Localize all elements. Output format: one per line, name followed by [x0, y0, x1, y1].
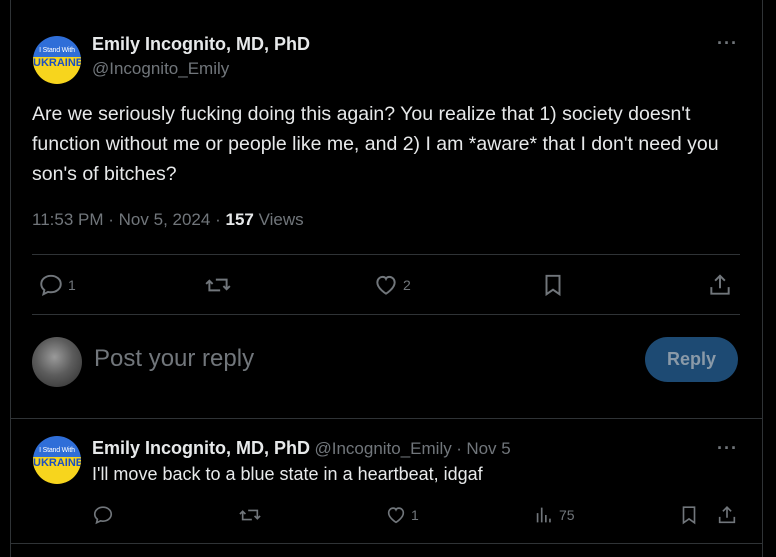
- share-icon: [718, 506, 736, 524]
- tweet-text: Are we seriously fucking doing this agai…: [32, 103, 719, 185]
- bookmark-action[interactable]: [540, 272, 566, 298]
- bookmark-action[interactable]: [678, 504, 700, 526]
- meta-separator-2: ·: [215, 210, 221, 229]
- author-name[interactable]: Emily Incognito, MD, PhD: [92, 34, 310, 55]
- reply-action[interactable]: [92, 504, 118, 526]
- views-label: Views: [258, 210, 304, 229]
- reply-action[interactable]: 1: [38, 272, 76, 298]
- avatar-text-bottom: UKRAINE: [33, 457, 81, 470]
- tweet-meta: 11:53 PM · Nov 5, 2024 · 157 Views: [32, 210, 304, 230]
- reply-author-name[interactable]: Emily Incognito, MD, PhD: [92, 438, 310, 458]
- reply-input[interactable]: Post your reply: [94, 345, 254, 373]
- views-count: 157: [225, 210, 254, 229]
- analytics-icon: [536, 507, 551, 523]
- heart-icon: [387, 507, 405, 524]
- reply-date[interactable]: Nov 5: [466, 439, 510, 458]
- like-count: 2: [403, 277, 411, 293]
- divider: [11, 418, 762, 419]
- reply-count: 1: [68, 277, 76, 293]
- author-avatar[interactable]: I Stand With UKRAINE: [33, 36, 81, 84]
- heart-icon: [376, 275, 396, 295]
- tweet-date[interactable]: Nov 5, 2024: [119, 210, 211, 229]
- more-options-icon[interactable]: ···: [717, 438, 738, 459]
- reply-header: Emily Incognito, MD, PhD @Incognito_Emil…: [92, 438, 511, 459]
- reply-author-handle[interactable]: @Incognito_Emily: [314, 439, 451, 458]
- like-count: 1: [411, 507, 419, 523]
- share-action[interactable]: [707, 272, 733, 298]
- reply-icon: [93, 506, 113, 525]
- reply-text: I'll move back to a blue state in a hear…: [92, 464, 483, 484]
- share-action[interactable]: [716, 504, 738, 526]
- retweet-action[interactable]: [238, 504, 266, 526]
- like-action[interactable]: 1: [385, 504, 419, 526]
- retweet-icon: [239, 509, 261, 521]
- reply-separator: ·: [456, 439, 462, 458]
- like-action[interactable]: 2: [373, 272, 411, 298]
- author-handle[interactable]: @Incognito_Emily: [92, 59, 229, 79]
- reply-icon: [40, 274, 62, 296]
- avatar-text-top: I Stand With: [39, 47, 75, 54]
- retweet-action[interactable]: [204, 272, 236, 298]
- retweet-icon: [205, 278, 231, 292]
- share-icon: [710, 274, 730, 295]
- bookmark-icon: [682, 506, 696, 525]
- meta-separator: ·: [108, 210, 114, 229]
- avatar-text-bottom: UKRAINE: [33, 57, 81, 70]
- tweet-time[interactable]: 11:53 PM: [32, 210, 104, 229]
- bookmark-icon: [545, 274, 561, 297]
- views-count: 75: [559, 507, 575, 523]
- more-options-icon[interactable]: ···: [717, 33, 738, 54]
- divider: [32, 254, 740, 255]
- divider: [32, 314, 740, 315]
- reply-button[interactable]: Reply: [645, 337, 738, 382]
- reply-author-avatar[interactable]: I Stand With UKRAINE: [33, 436, 81, 484]
- avatar-text-top: I Stand With: [39, 447, 75, 454]
- views-action[interactable]: 75: [533, 504, 575, 526]
- divider: [11, 543, 762, 544]
- current-user-avatar[interactable]: [32, 337, 82, 387]
